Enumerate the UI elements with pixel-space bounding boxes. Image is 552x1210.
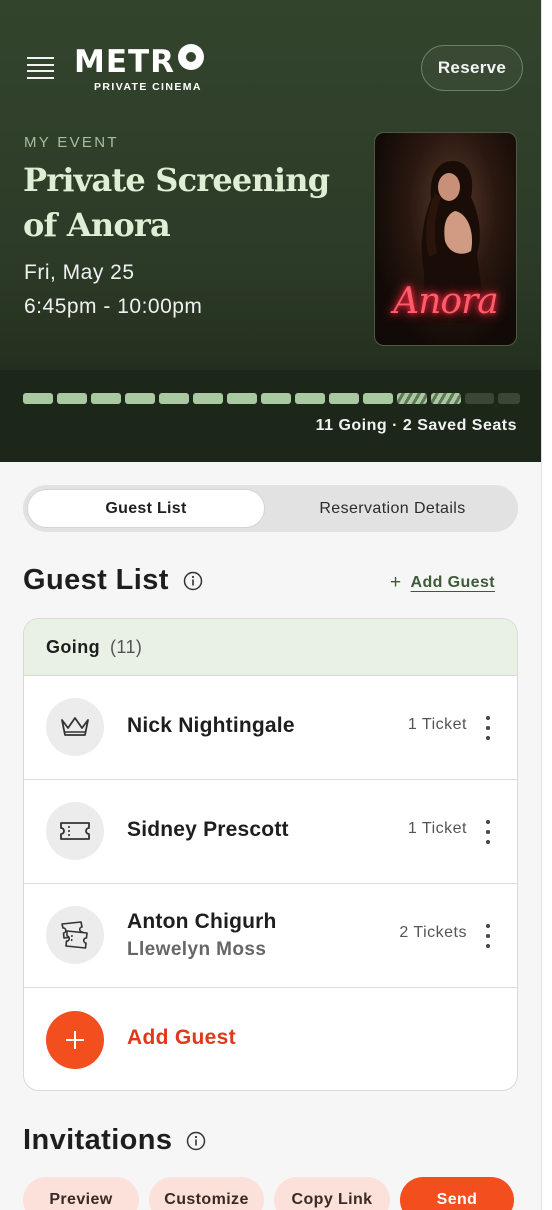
guest-row[interactable]: Nick Nightingale 1 Ticket xyxy=(24,676,517,780)
seat-going xyxy=(91,393,121,404)
info-icon[interactable] xyxy=(183,571,203,591)
tab-guest-list[interactable]: Guest List xyxy=(27,489,265,528)
movie-poster: Anora xyxy=(374,132,517,346)
seat-going xyxy=(363,393,393,404)
guest-list-card: Going (11) Nick Nightingale 1 Ticket Sid… xyxy=(23,618,518,1091)
seat-empty xyxy=(465,393,494,404)
event-time: 6:45pm - 10:00pm xyxy=(24,295,203,318)
progress-band xyxy=(0,370,541,462)
ticket-icon xyxy=(46,802,104,860)
invitation-actions: Preview Customize Copy Link Send xyxy=(23,1177,514,1210)
customize-button[interactable]: Customize xyxy=(149,1177,264,1210)
add-guest-label[interactable]: Add Guest xyxy=(127,1026,236,1050)
seat-going xyxy=(295,393,325,404)
tickets-icon xyxy=(46,906,104,964)
event-hero: METR PRIVATE CINEMA Reserve MY EVENT Pri… xyxy=(0,0,541,462)
page-edge xyxy=(541,0,552,1210)
invitations-heading: Invitations xyxy=(23,1124,206,1157)
logo-wordmark: METR xyxy=(74,44,176,80)
more-options-icon[interactable] xyxy=(481,924,495,948)
logo-o-icon xyxy=(178,44,205,70)
ticket-count: 2 Tickets xyxy=(399,924,467,941)
ticket-count: 1 Ticket xyxy=(407,820,467,837)
seat-going xyxy=(23,393,53,404)
add-guest-row[interactable]: Add Guest xyxy=(24,988,517,1090)
tab-switcher: Guest List Reservation Details xyxy=(23,485,518,532)
plus-icon xyxy=(66,1031,84,1049)
logo-subtitle: PRIVATE CINEMA xyxy=(94,81,202,93)
invitations-title: Invitations xyxy=(23,1124,173,1156)
reserve-button[interactable]: Reserve xyxy=(421,45,523,91)
add-guest-link-label: Add Guest xyxy=(410,574,495,591)
seat-going xyxy=(125,393,155,404)
menu-icon[interactable] xyxy=(27,57,54,79)
send-button[interactable]: Send xyxy=(400,1177,514,1210)
going-count: (11) xyxy=(110,636,143,657)
seat-progress-bar xyxy=(23,393,520,404)
guest-list-heading: Guest List xyxy=(23,564,203,597)
more-options-icon[interactable] xyxy=(481,716,495,740)
seat-saved xyxy=(431,393,461,404)
plus-icon: + xyxy=(390,572,402,593)
seat-going xyxy=(159,393,189,404)
crown-icon xyxy=(46,698,104,756)
info-icon[interactable] xyxy=(186,1131,206,1151)
preview-button[interactable]: Preview xyxy=(23,1177,139,1210)
event-date: Fri, May 25 xyxy=(24,261,135,284)
seat-empty xyxy=(498,393,520,404)
copy-link-button[interactable]: Copy Link xyxy=(274,1177,390,1210)
seat-going xyxy=(329,393,359,404)
guest-row[interactable]: Sidney Prescott 1 Ticket xyxy=(24,780,517,884)
seat-going xyxy=(261,393,291,404)
event-title: Private Screening of Anora xyxy=(23,161,330,244)
ticket-count: 1 Ticket xyxy=(407,716,467,733)
tab-reservation-details[interactable]: Reservation Details xyxy=(271,489,514,528)
guest-name: Nick Nightingale xyxy=(127,714,295,737)
logo[interactable]: METR PRIVATE CINEMA xyxy=(74,44,205,93)
more-options-icon[interactable] xyxy=(481,820,495,844)
guest-name: Sidney Prescott xyxy=(127,818,289,841)
add-guest-plus-button[interactable] xyxy=(46,1011,104,1069)
add-guest-link[interactable]: + Add Guest xyxy=(390,572,495,594)
seat-going xyxy=(227,393,257,404)
going-label: Going xyxy=(46,636,100,657)
guest-list-title: Guest List xyxy=(23,564,169,596)
progress-summary: 11 Going · 2 Saved Seats xyxy=(315,417,517,434)
poster-title: Anora xyxy=(393,281,499,322)
event-datetime: Fri, May 25 6:45pm - 10:00pm xyxy=(24,256,202,324)
event-eyebrow: MY EVENT xyxy=(24,134,119,151)
going-group-header: Going (11) xyxy=(24,619,517,676)
guest-row[interactable]: Anton Chigurh Llewelyn Moss 2 Tickets xyxy=(24,884,517,988)
seat-going xyxy=(57,393,87,404)
seat-saved xyxy=(397,393,427,404)
seat-going xyxy=(193,393,223,404)
guest-name: Anton Chigurh xyxy=(127,910,277,933)
guest-plus-one: Llewelyn Moss xyxy=(127,939,267,960)
